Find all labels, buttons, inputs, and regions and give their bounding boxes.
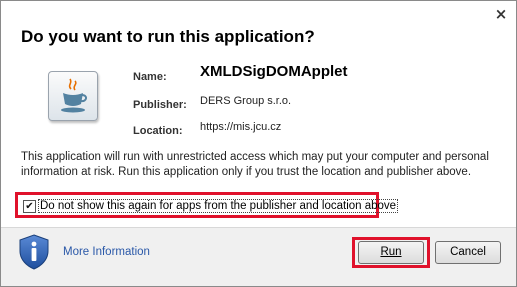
location-value: https://mis.jcu.cz <box>200 121 282 133</box>
publisher-label: Publisher: <box>133 99 187 111</box>
dont-show-again-option[interactable]: ✔ Do not show this again for apps from t… <box>15 192 399 218</box>
name-row: Name: XMLDSigDOMApplet <box>133 63 348 85</box>
publisher-value: DERS Group s.r.o. <box>200 95 292 107</box>
publisher-row: Publisher: DERS Group s.r.o. <box>133 95 291 113</box>
run-button[interactable]: Run <box>358 241 424 264</box>
close-button[interactable]: × <box>492 5 510 23</box>
location-row: Location: https://mis.jcu.cz <box>133 121 281 139</box>
info-shield-icon <box>19 234 49 270</box>
dont-show-again-label[interactable]: Do not show this again for apps from the… <box>38 199 399 213</box>
run-button-label: Run <box>380 246 402 258</box>
name-label: Name: <box>133 71 167 83</box>
security-warning-text: This application will run with unrestric… <box>21 151 489 178</box>
cancel-button[interactable]: Cancel <box>435 241 501 264</box>
location-label: Location: <box>133 125 183 137</box>
name-value: XMLDSigDOMApplet <box>200 63 348 80</box>
dialog-window: × Do you want to run this application? N… <box>0 0 517 287</box>
dialog-title: Do you want to run this application? <box>21 27 315 46</box>
dont-show-again-checkbox[interactable]: ✔ <box>23 200 36 213</box>
more-information-link[interactable]: More Information <box>63 246 150 258</box>
java-coffee-cup-icon <box>48 71 98 121</box>
